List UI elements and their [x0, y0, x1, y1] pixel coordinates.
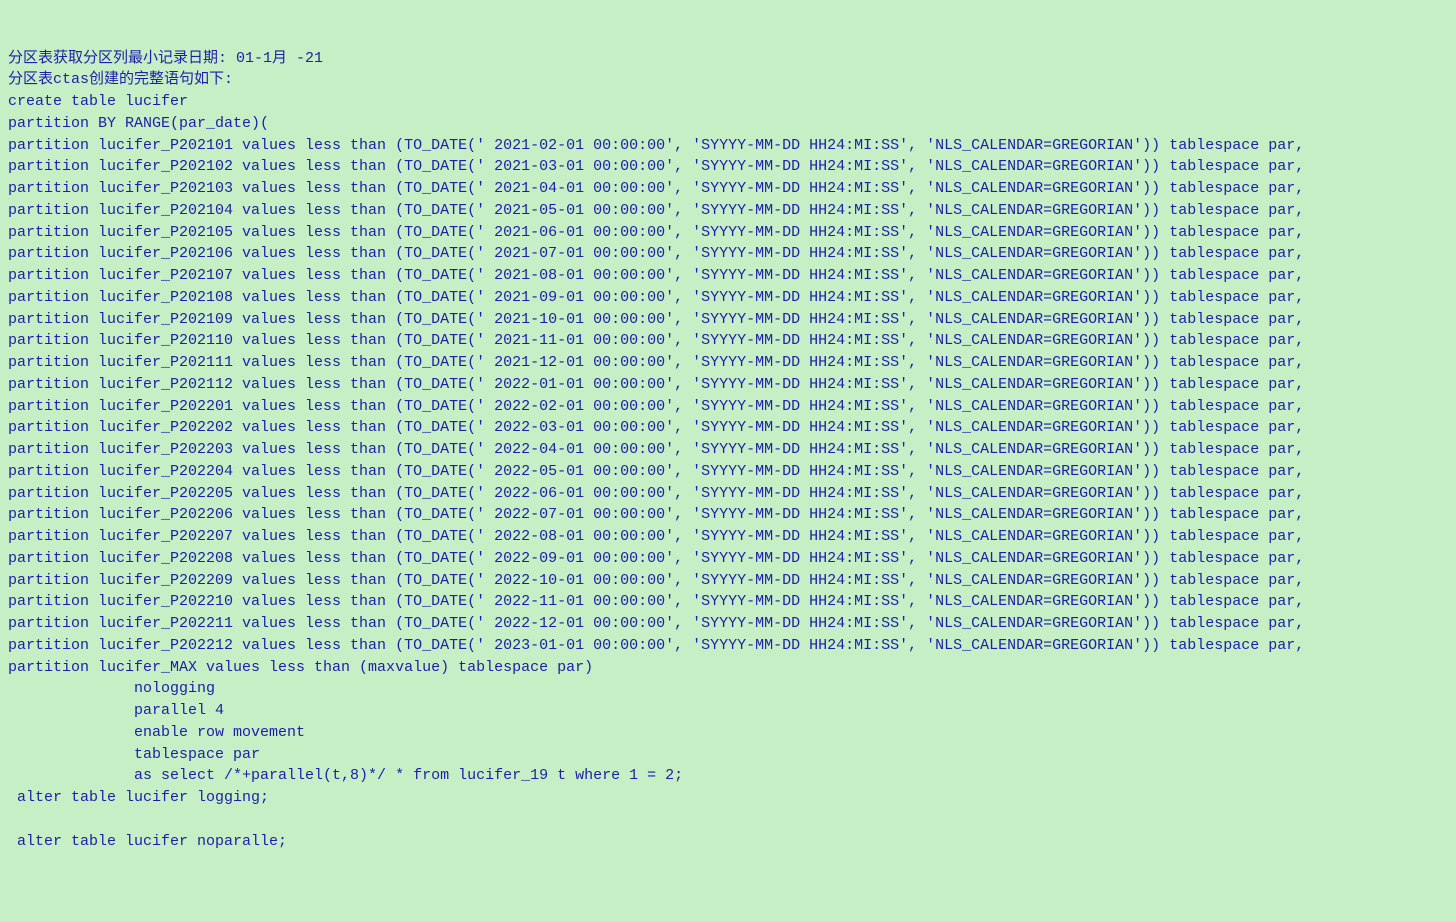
- sql-output-block: 分区表获取分区列最小记录日期: 01-1月 -21 分区表ctas创建的完整语句…: [8, 48, 1448, 853]
